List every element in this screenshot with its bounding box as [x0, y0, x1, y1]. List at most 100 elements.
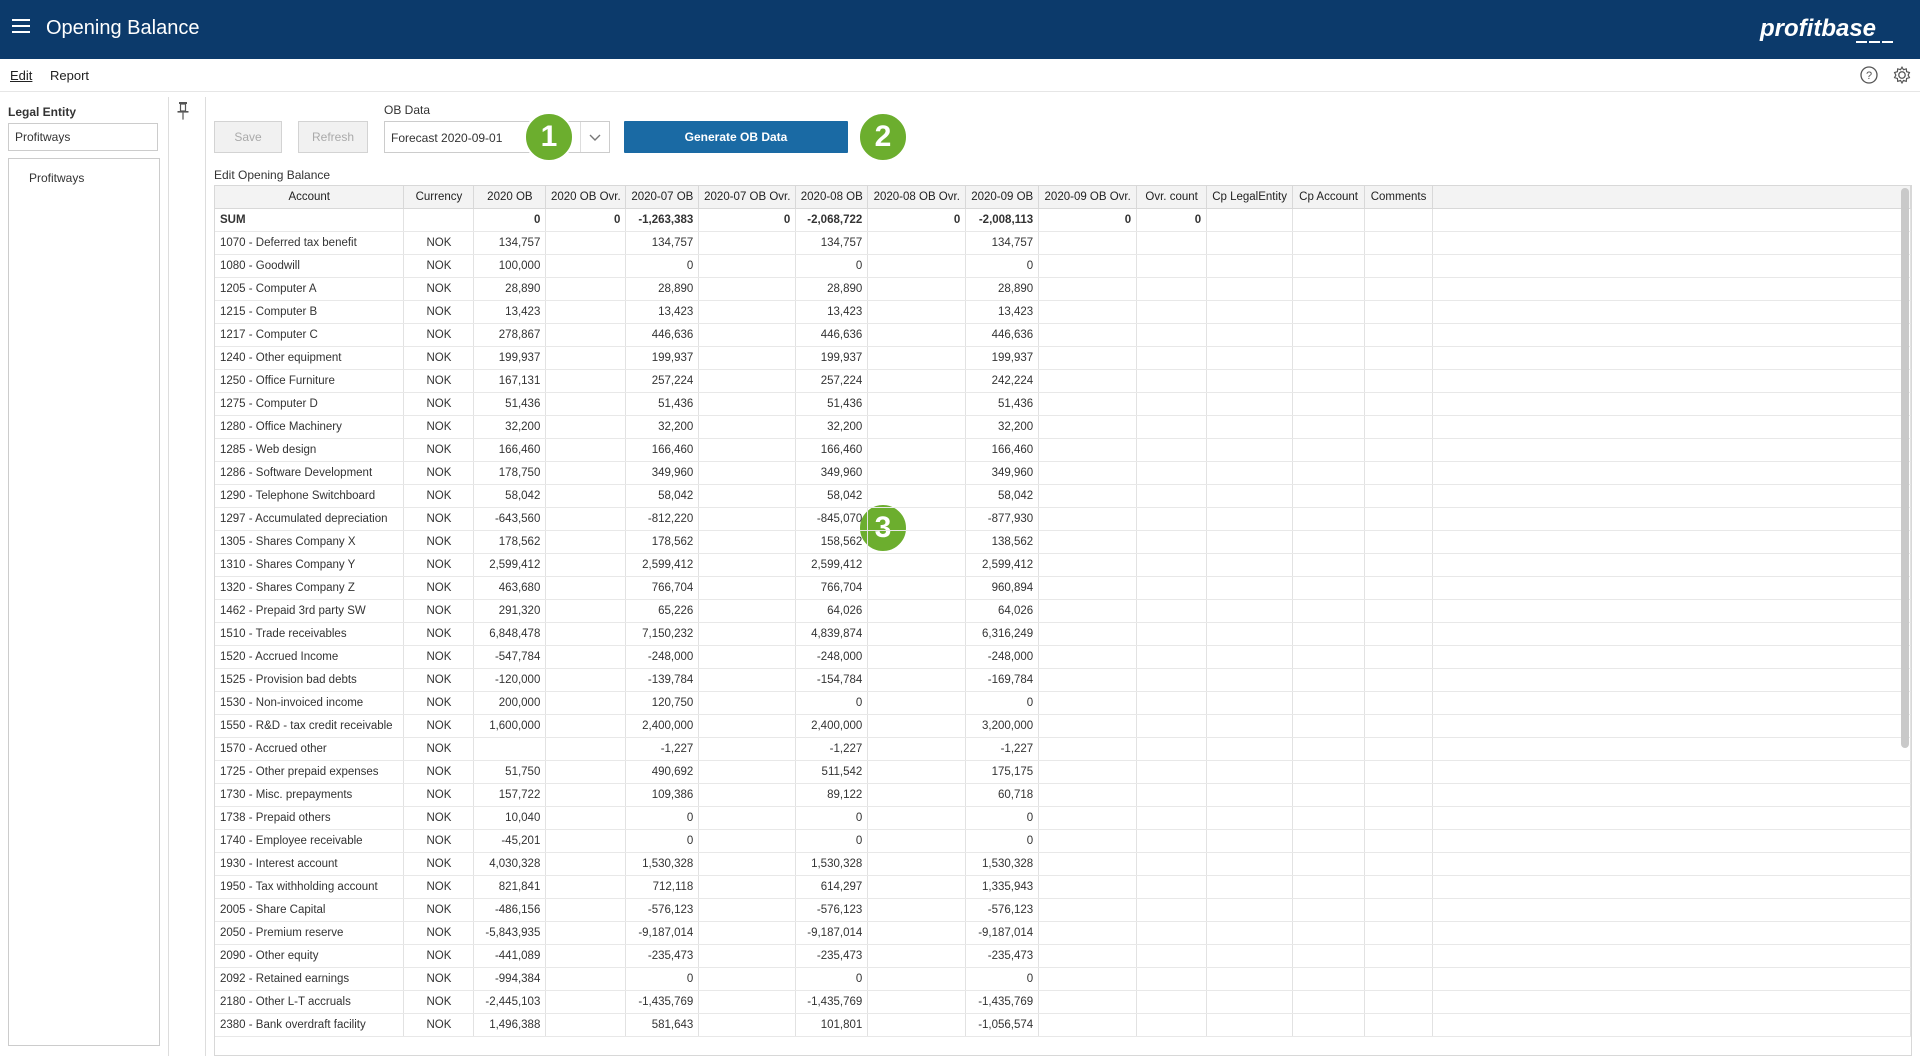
table-cell[interactable] — [867, 254, 967, 278]
table-cell[interactable]: 581,643 — [625, 1013, 700, 1037]
table-cell[interactable] — [545, 1013, 627, 1037]
table-cell[interactable]: 1217 - Computer C — [215, 323, 405, 347]
table-cell[interactable]: -812,220 — [625, 507, 700, 531]
table-cell[interactable] — [545, 852, 627, 876]
table-cell[interactable] — [545, 507, 627, 531]
table-cell[interactable] — [867, 231, 967, 255]
table-cell[interactable]: 32,200 — [473, 415, 547, 439]
table-cell[interactable] — [1038, 392, 1138, 416]
column-header[interactable]: 2020-09 OB Ovr. — [1038, 186, 1138, 209]
table-cell[interactable] — [698, 484, 797, 508]
table-cell[interactable] — [1206, 208, 1294, 232]
table-cell[interactable]: -2,445,103 — [473, 990, 547, 1014]
table-cell[interactable]: 1275 - Computer D — [215, 392, 405, 416]
table-cell[interactable]: 58,042 — [625, 484, 700, 508]
table-cell[interactable] — [473, 737, 547, 761]
table-cell[interactable] — [867, 438, 967, 462]
table-cell[interactable]: 0 — [965, 829, 1040, 853]
hamburger-icon[interactable] — [12, 19, 30, 35]
table-cell[interactable] — [867, 898, 967, 922]
table-cell[interactable] — [1292, 829, 1366, 853]
table-cell[interactable] — [1364, 944, 1434, 968]
table-cell[interactable] — [698, 691, 797, 715]
table-cell[interactable] — [1038, 898, 1138, 922]
table-cell[interactable] — [1136, 392, 1208, 416]
table-cell[interactable] — [867, 392, 967, 416]
table-cell[interactable] — [698, 875, 797, 899]
table-cell[interactable] — [1292, 898, 1366, 922]
table-cell[interactable] — [1364, 760, 1434, 784]
table-cell[interactable]: 2050 - Premium reserve — [215, 921, 405, 945]
table-cell[interactable]: 28,890 — [625, 277, 700, 301]
table-cell[interactable] — [1136, 1013, 1208, 1037]
table-cell[interactable]: 1205 - Computer A — [215, 277, 405, 301]
table-cell[interactable]: 1310 - Shares Company Y — [215, 553, 405, 577]
table-cell[interactable]: NOK — [403, 484, 475, 508]
table-cell[interactable] — [1136, 300, 1208, 324]
table-cell[interactable]: NOK — [403, 438, 475, 462]
table-cell[interactable] — [1364, 990, 1434, 1014]
table-cell[interactable] — [698, 645, 797, 669]
table-cell[interactable]: 2,599,412 — [625, 553, 700, 577]
column-header[interactable]: Account — [215, 186, 405, 209]
table-cell[interactable]: 960,894 — [965, 576, 1040, 600]
table-cell[interactable] — [545, 323, 627, 347]
table-cell[interactable] — [698, 392, 797, 416]
table-cell[interactable]: 446,636 — [795, 323, 869, 347]
table-cell[interactable]: 0 — [545, 208, 627, 232]
table-cell[interactable] — [1038, 369, 1138, 393]
table-cell[interactable] — [1364, 415, 1434, 439]
table-cell[interactable]: 2,599,412 — [795, 553, 869, 577]
table-cell[interactable] — [698, 622, 797, 646]
table-cell[interactable] — [1292, 645, 1366, 669]
table-cell[interactable] — [1364, 300, 1434, 324]
table-cell[interactable]: 0 — [795, 967, 869, 991]
table-cell[interactable] — [1206, 300, 1294, 324]
table-cell[interactable] — [1292, 507, 1366, 531]
table-cell[interactable]: -1,435,769 — [625, 990, 700, 1014]
table-cell[interactable]: 1320 - Shares Company Z — [215, 576, 405, 600]
table-cell[interactable]: 766,704 — [625, 576, 700, 600]
table-cell[interactable] — [698, 530, 797, 554]
table-cell[interactable]: NOK — [403, 369, 475, 393]
table-cell[interactable]: NOK — [403, 668, 475, 692]
table-cell[interactable] — [1292, 783, 1366, 807]
table-cell[interactable] — [1136, 829, 1208, 853]
table-cell[interactable]: 1,530,328 — [625, 852, 700, 876]
table-cell[interactable]: 2092 - Retained earnings — [215, 967, 405, 991]
table-cell[interactable] — [1038, 783, 1138, 807]
table-cell[interactable]: -248,000 — [965, 645, 1040, 669]
table-cell[interactable] — [1364, 208, 1434, 232]
table-cell[interactable]: 178,562 — [625, 530, 700, 554]
table-cell[interactable]: 199,937 — [965, 346, 1040, 370]
table-cell[interactable] — [403, 208, 475, 232]
table-cell[interactable] — [867, 576, 967, 600]
table-cell[interactable]: 200,000 — [473, 691, 547, 715]
table-cell[interactable] — [1038, 668, 1138, 692]
table-cell[interactable]: 0 — [473, 208, 547, 232]
menu-report[interactable]: Report — [50, 68, 89, 83]
table-cell[interactable] — [1206, 599, 1294, 623]
table-cell[interactable] — [1206, 783, 1294, 807]
table-cell[interactable]: -1,435,769 — [965, 990, 1040, 1014]
table-cell[interactable]: -154,784 — [795, 668, 869, 692]
table-cell[interactable] — [545, 990, 627, 1014]
table-cell[interactable] — [1292, 438, 1366, 462]
table-cell[interactable]: 1462 - Prepaid 3rd party SW — [215, 599, 405, 623]
table-cell[interactable] — [867, 461, 967, 485]
table-cell[interactable] — [867, 783, 967, 807]
table-cell[interactable] — [698, 737, 797, 761]
table-cell[interactable]: 120,750 — [625, 691, 700, 715]
table-cell[interactable]: 1240 - Other equipment — [215, 346, 405, 370]
table-cell[interactable]: 0 — [795, 829, 869, 853]
table-cell[interactable]: 58,042 — [473, 484, 547, 508]
table-cell[interactable]: NOK — [403, 622, 475, 646]
table-cell[interactable]: 0 — [867, 208, 967, 232]
table-cell[interactable]: 2,599,412 — [473, 553, 547, 577]
table-cell[interactable] — [1038, 737, 1138, 761]
table-cell[interactable]: 2380 - Bank overdraft facility — [215, 1013, 405, 1037]
table-cell[interactable] — [1136, 369, 1208, 393]
table-cell[interactable]: 32,200 — [625, 415, 700, 439]
table-cell[interactable] — [1292, 668, 1366, 692]
table-cell[interactable] — [1136, 438, 1208, 462]
